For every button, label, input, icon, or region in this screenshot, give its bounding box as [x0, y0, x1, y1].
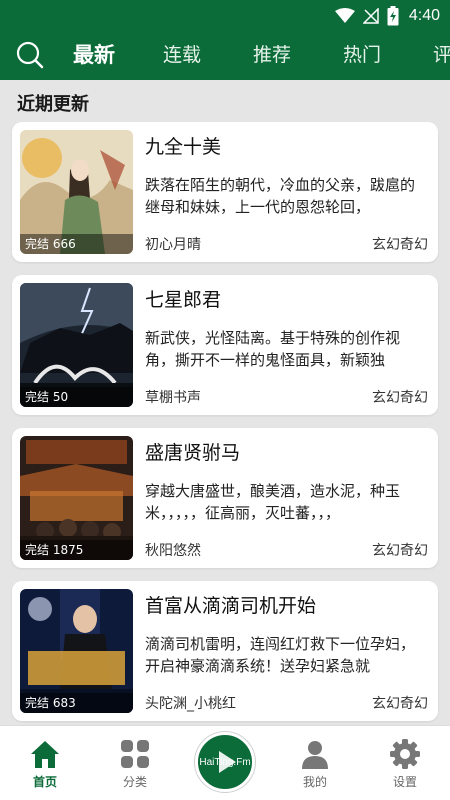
nav-profile-label: 我的 — [302, 775, 327, 789]
book-genre: 玄幻奇幻 — [372, 543, 428, 559]
book-title[interactable]: 九全十美 — [145, 132, 221, 159]
tab-popular[interactable]: 热门 — [343, 30, 381, 80]
wifi-icon — [334, 8, 355, 23]
status-bar: 4:40 — [0, 0, 450, 30]
book-title[interactable]: 首富从滴滴司机开始 — [145, 591, 316, 618]
book-author: 秋阳悠然 — [145, 543, 201, 559]
nav-category-label: 分类 — [122, 775, 147, 789]
book-card[interactable]: 完结 1875 盛唐贤驸马 穿越大唐盛世，酿美酒，造水泥，种玉米，，，，，征高丽… — [12, 428, 438, 568]
user-icon — [302, 741, 328, 769]
nav-home-label: 首页 — [32, 775, 57, 789]
book-cover[interactable]: 完结 666 — [20, 130, 133, 254]
book-status: 完结 683 — [20, 693, 133, 713]
book-genre: 玄幻奇幻 — [372, 237, 428, 253]
section-title: 近期更新 — [17, 94, 89, 115]
book-title[interactable]: 七星郎君 — [145, 285, 221, 312]
tab-recommended[interactable]: 推荐 — [253, 30, 291, 80]
book-title[interactable]: 盛唐贤驸马 — [145, 438, 240, 465]
grid-icon — [121, 740, 149, 768]
book-cover[interactable]: 完结 50 — [20, 283, 133, 407]
book-status: 完结 1875 — [20, 540, 133, 560]
book-author: 草棚书声 — [145, 390, 201, 406]
status-icons: 4:40 — [334, 5, 440, 27]
top-nav-bar: 最新 连载 推荐 热门 评 — [0, 30, 450, 80]
nav-category[interactable]: 分类 — [90, 726, 180, 800]
book-card[interactable]: 完结 666 九全十美 跌落在陌生的朝代，冷血的父亲，跋扈的继母和妹妹，上一代的… — [12, 122, 438, 262]
tab-serializing[interactable]: 连载 — [163, 30, 201, 80]
battery-charging-icon — [387, 6, 399, 26]
radio-play-button[interactable]: HaiTing.Fm — [195, 732, 255, 792]
book-description: 滴滴司机雷明，连闯红灯救下一位孕妇，开启神豪滴滴系统！送孕妇紧急就 — [145, 635, 416, 675]
nav-settings-label: 设置 — [392, 775, 417, 789]
nav-home[interactable]: 首页 — [0, 726, 90, 800]
radio-label: HaiTing.Fm — [199, 757, 251, 768]
book-genre: 玄幻奇幻 — [372, 696, 428, 712]
search-button[interactable] — [14, 40, 46, 70]
book-cover[interactable]: 完结 683 — [20, 589, 133, 713]
book-author: 头陀渊_小桃红 — [145, 696, 236, 712]
tab-latest[interactable]: 最新 — [73, 30, 115, 80]
book-cover[interactable]: 完结 1875 — [20, 436, 133, 560]
book-status: 完结 50 — [20, 387, 133, 407]
status-time: 4:40 — [408, 7, 440, 24]
book-description: 跌落在陌生的朝代，冷血的父亲，跋扈的继母和妹妹，上一代的恩怨轮回， — [145, 176, 416, 216]
book-description: 穿越大唐盛世，酿美酒，造水泥，种玉米，，，，，征高丽，灭吐蕃，，， — [145, 482, 401, 522]
book-card[interactable]: 完结 50 七星郎君 新武侠，光怪陆离。基于特殊的创作视角，撕开不一样的鬼怪面具… — [12, 275, 438, 415]
search-icon — [16, 41, 44, 69]
nav-profile[interactable]: 我的 — [270, 726, 360, 800]
book-author: 初心月晴 — [145, 237, 201, 253]
nav-settings[interactable]: 设置 — [360, 726, 450, 800]
book-card[interactable]: 完结 683 首富从滴滴司机开始 滴滴司机雷明，连闯红灯救下一位孕妇，开启神豪滴… — [12, 581, 438, 721]
book-description: 新武侠，光怪陆离。基于特殊的创作视角，撕开不一样的鬼怪面具，新颖独 — [145, 329, 401, 369]
home-icon — [31, 741, 59, 768]
tab-reviews[interactable]: 评 — [433, 30, 450, 80]
signal-off-icon — [362, 8, 379, 24]
book-list: 完结 666 九全十美 跌落在陌生的朝代，冷血的父亲，跋扈的继母和妹妹，上一代的… — [12, 122, 438, 734]
book-status: 完结 666 — [20, 234, 133, 254]
gear-icon — [390, 739, 420, 769]
book-genre: 玄幻奇幻 — [372, 390, 428, 406]
